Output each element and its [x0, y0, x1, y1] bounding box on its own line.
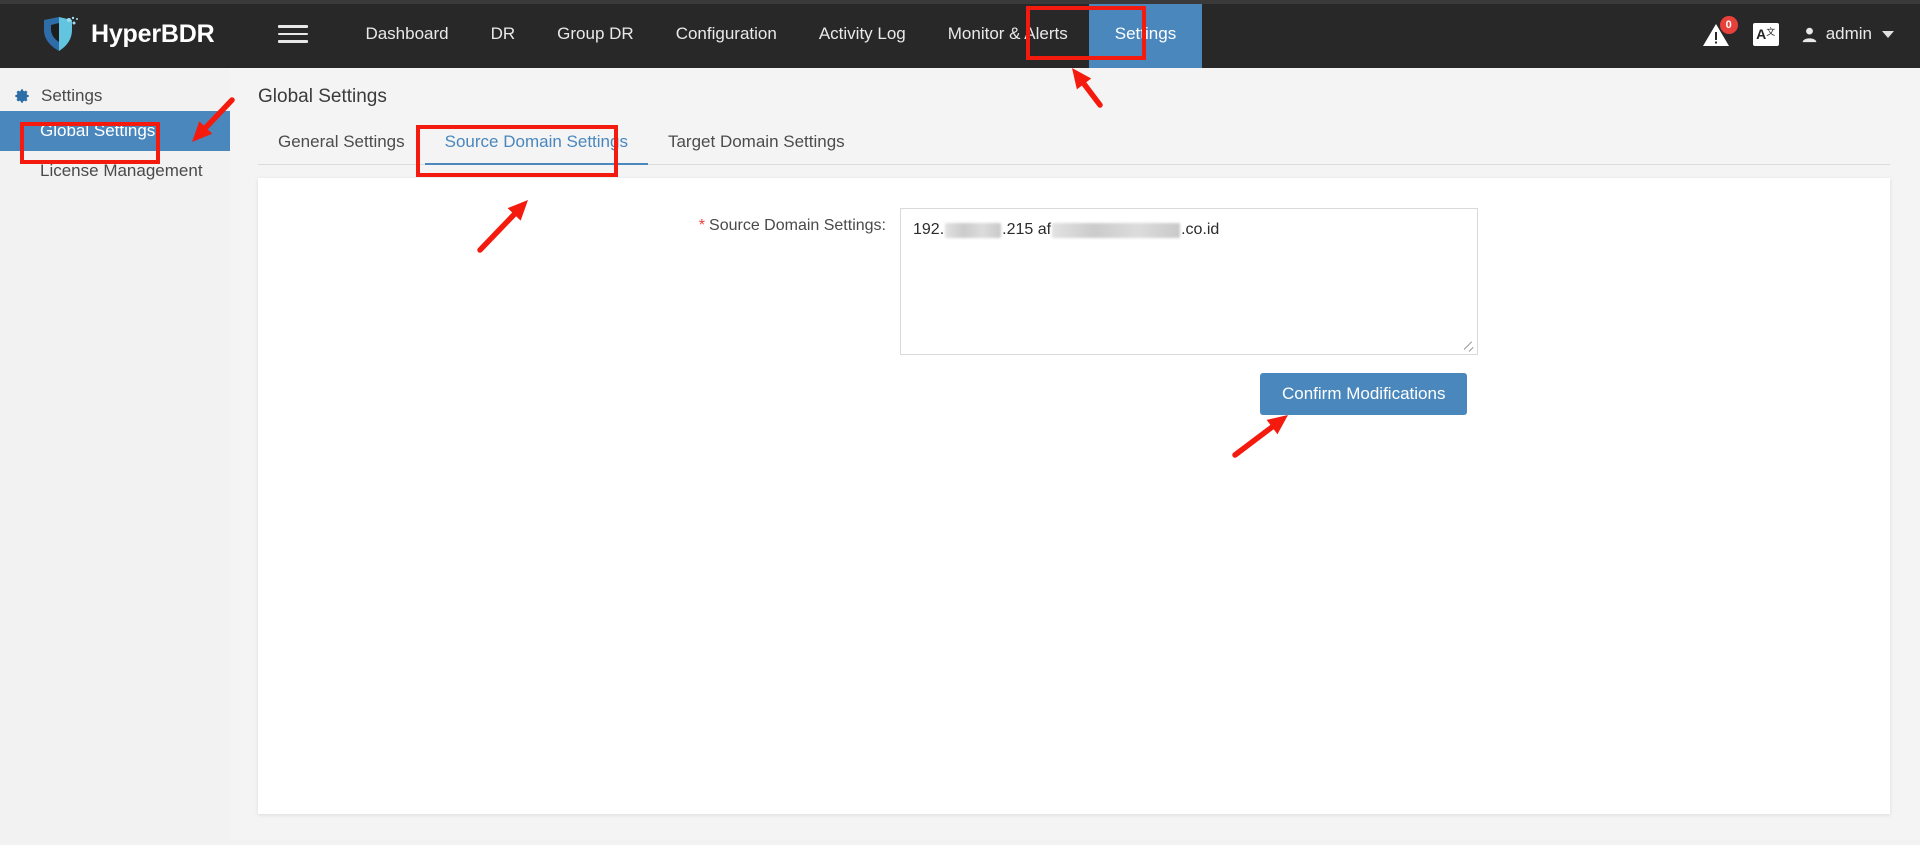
resize-grip-icon[interactable] — [1463, 340, 1475, 352]
window-title-strip — [0, 0, 1920, 4]
shield-icon — [44, 16, 78, 51]
alerts-button[interactable]: 0 — [1701, 16, 1738, 49]
user-menu[interactable]: admin — [1801, 24, 1894, 44]
confirm-modifications-button[interactable]: Confirm Modifications — [1260, 373, 1468, 415]
nav-item-configuration[interactable]: Configuration — [655, 0, 798, 68]
active-tab-indicator — [424, 163, 648, 165]
nav-item-activity-log[interactable]: Activity Log — [798, 0, 927, 68]
sidebar-section-label: Settings — [41, 86, 103, 105]
gear-icon — [15, 89, 29, 103]
source-domain-label-text: Source Domain Settings: — [709, 217, 886, 234]
required-marker: * — [698, 217, 706, 234]
source-domain-form-row: * Source Domain Settings: 192. .215 af .co.… — [258, 208, 1890, 355]
value-text-segment-0: 192. — [913, 221, 945, 238]
sidebar-item-license-management[interactable]: License Management — [0, 151, 230, 191]
nav-item-dashboard[interactable]: Dashboard — [344, 0, 469, 68]
redacted-segment-1 — [945, 222, 1002, 238]
nav-item-group-dr[interactable]: Group DR — [536, 0, 655, 68]
sidebar-section-header: Settings — [0, 68, 230, 106]
user-name-label: admin — [1825, 24, 1872, 43]
chevron-down-icon — [1882, 30, 1894, 38]
tab-source-domain-settings[interactable]: Source Domain Settings — [425, 122, 648, 164]
settings-tabs: General Settings Source Domain Settings … — [258, 122, 1890, 165]
sidebar: Settings Global Settings License Managem… — [0, 68, 230, 840]
nav-item-monitor-and-alerts[interactable]: Monitor & Alerts — [927, 0, 1089, 68]
translate-sup-glyph: 文 — [1766, 26, 1776, 37]
main-content: Global Settings General Settings Source … — [230, 68, 1920, 840]
source-domain-textarea[interactable]: 192. .215 af .co.id — [900, 208, 1478, 355]
settings-panel: * Source Domain Settings: 192. .215 af .co.… — [258, 178, 1890, 814]
top-navigation-bar: HyperBDR Dashboard DR Group DR Configura… — [0, 0, 1920, 68]
nav-item-settings[interactable]: Settings — [1088, 0, 1203, 68]
redacted-segment-3 — [1052, 222, 1181, 238]
translate-icon[interactable]: A文 — [1752, 22, 1779, 46]
nav-item-dr[interactable]: DR — [470, 0, 537, 68]
hamburger-menu-icon[interactable] — [278, 19, 309, 49]
value-text-segment-4: .co.id — [1181, 221, 1220, 238]
user-avatar-icon — [1802, 27, 1816, 42]
brand-logo[interactable]: HyperBDR — [40, 0, 215, 68]
tab-target-domain-settings[interactable]: Target Domain Settings — [648, 122, 865, 164]
value-text-segment-2: .215 af — [1002, 221, 1052, 238]
source-domain-value: 192. .215 af .co.id — [913, 219, 1465, 241]
tab-general-settings[interactable]: General Settings — [258, 122, 425, 164]
page-title: Global Settings — [258, 86, 387, 107]
top-right-controls: 0 A文 admin — [1701, 0, 1894, 68]
translate-glyph: A — [1756, 25, 1767, 42]
sidebar-item-global-settings[interactable]: Global Settings — [0, 111, 230, 151]
brand-name: HyperBDR — [91, 19, 215, 48]
alert-count-badge: 0 — [1719, 16, 1738, 34]
top-nav-links: Dashboard DR Group DR Configuration Acti… — [344, 0, 1203, 68]
source-domain-field-label: * Source Domain Settings: — [258, 208, 886, 235]
